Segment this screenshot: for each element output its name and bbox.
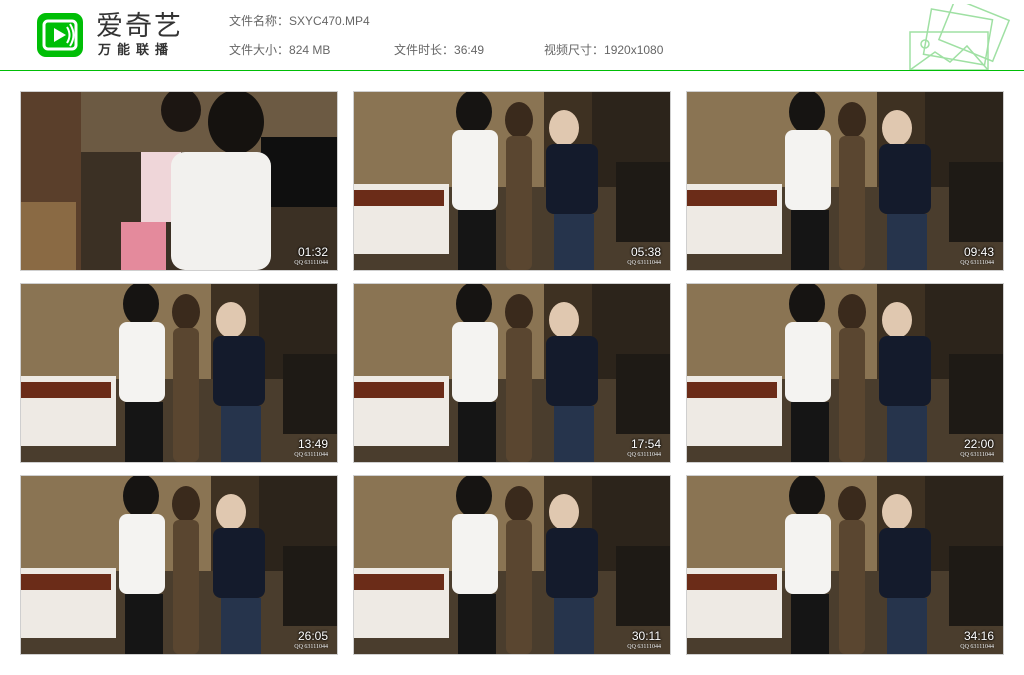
- video-frame-image: [21, 92, 337, 270]
- duration-value: 36:49: [454, 43, 485, 57]
- video-frame-image: [354, 476, 670, 654]
- photo-stack-decoration-icon: [909, 4, 1011, 70]
- resolution-meta: 视频尺寸：1920x1080: [544, 42, 663, 58]
- file-size-meta: 文件大小：824 MB: [229, 42, 330, 58]
- timestamp-label: 26:05: [297, 629, 328, 643]
- video-frame-image: [354, 92, 670, 270]
- header: 爱奇艺 万能联播 文件名称：SXYC470.MP4 文件大小：824 MB 文件…: [0, 0, 1024, 70]
- timestamp-label: 22:00: [963, 437, 994, 451]
- duration-meta: 文件时长：36:49: [394, 42, 484, 58]
- timestamp-label: 34:16: [963, 629, 994, 643]
- video-thumbnail[interactable]: 22:00 QQ 63111044: [686, 283, 1004, 463]
- video-thumbnail[interactable]: 26:05 QQ 63111044: [20, 475, 338, 655]
- video-frame-image: [21, 284, 337, 462]
- video-thumbnail[interactable]: 01:32 QQ 63111044: [20, 91, 338, 271]
- video-thumbnail[interactable]: 17:54 QQ 63111044: [353, 283, 671, 463]
- file-name-meta: 文件名称：SXYC470.MP4: [229, 13, 370, 29]
- video-thumbnail[interactable]: 05:38 QQ 63111044: [353, 91, 671, 271]
- file-size-label: 文件大小：: [229, 43, 290, 57]
- timestamp-label: 09:43: [963, 245, 994, 259]
- video-frame-image: [687, 476, 1003, 654]
- brand-title: 爱奇艺: [96, 11, 183, 42]
- watermark-label: QQ 63111044: [960, 644, 994, 650]
- timestamp-label: 01:32: [297, 245, 328, 259]
- watermark-label: QQ 63111044: [294, 260, 328, 266]
- iqiyi-logo-icon: [37, 13, 83, 57]
- duration-label: 文件时长：: [394, 43, 455, 57]
- video-thumbnail[interactable]: 09:43 QQ 63111044: [686, 91, 1004, 271]
- watermark-label: QQ 63111044: [627, 644, 661, 650]
- watermark-label: QQ 63111044: [627, 260, 661, 266]
- timestamp-label: 05:38: [630, 245, 661, 259]
- video-thumbnail[interactable]: 13:49 QQ 63111044: [20, 283, 338, 463]
- watermark-label: QQ 63111044: [960, 260, 994, 266]
- timestamp-label: 13:49: [297, 437, 328, 451]
- watermark-label: QQ 63111044: [960, 452, 994, 458]
- timestamp-label: 30:11: [631, 629, 661, 643]
- watermark-label: QQ 63111044: [294, 452, 328, 458]
- file-name-value: SXYC470.MP4: [289, 14, 370, 28]
- video-thumbnail[interactable]: 30:11 QQ 63111044: [353, 475, 671, 655]
- video-frame-image: [687, 92, 1003, 270]
- resolution-value: 1920x1080: [604, 43, 664, 57]
- video-thumbnail[interactable]: 34:16 QQ 63111044: [686, 475, 1004, 655]
- brand-subtitle: 万能联播: [98, 43, 175, 58]
- thumbnail-grid: 01:32 QQ 63111044 05:38 QQ 63111044 09:43 Q…: [20, 91, 1004, 657]
- video-frame-image: [687, 284, 1003, 462]
- watermark-label: QQ 63111044: [627, 452, 661, 458]
- video-frame-image: [21, 476, 337, 654]
- file-size-value: 824 MB: [289, 43, 331, 57]
- header-divider: [0, 70, 1024, 71]
- video-frame-image: [354, 284, 670, 462]
- resolution-label: 视频尺寸：: [544, 43, 605, 57]
- watermark-label: QQ 63111044: [294, 644, 328, 650]
- file-name-label: 文件名称：: [229, 14, 290, 28]
- timestamp-label: 17:54: [630, 437, 661, 451]
